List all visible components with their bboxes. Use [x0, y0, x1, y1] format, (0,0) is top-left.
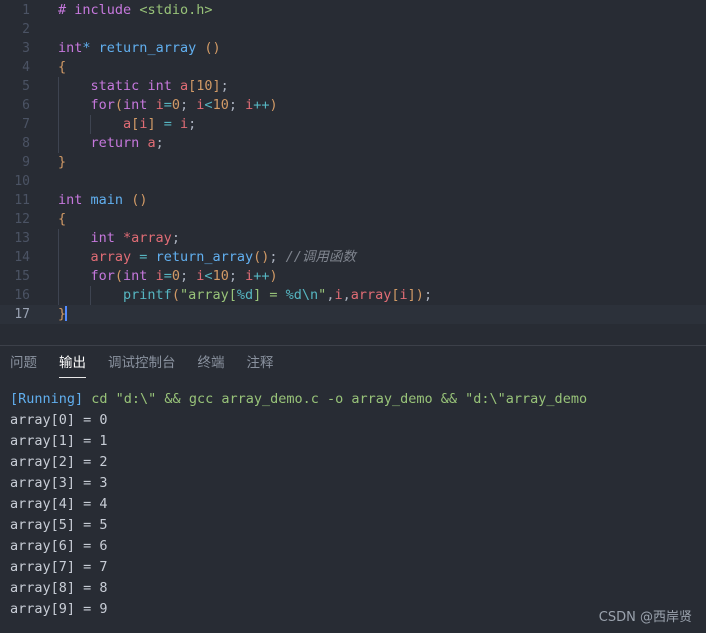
inline-comment: //调用函数: [285, 249, 356, 265]
line-content: printf("array[%d] = %d\n",i,array[i]);: [123, 287, 433, 303]
code-line[interactable]: 2: [0, 20, 706, 39]
line-number: 5: [22, 79, 30, 94]
tab-terminal[interactable]: 终端: [198, 346, 225, 381]
code-line[interactable]: 1 # include <stdio.h>: [0, 1, 706, 20]
output-line: array[5] = 5: [10, 517, 108, 533]
code-line[interactable]: 4 {: [0, 58, 706, 77]
line-number: 1: [22, 3, 30, 18]
line-number: 4: [22, 60, 30, 75]
output-line: array[3] = 3: [10, 475, 108, 491]
code-line[interactable]: 10: [0, 172, 706, 191]
line-content: a[i] = i;: [123, 116, 197, 132]
line-content: array = return_array(); //调用函数: [90, 249, 356, 265]
line-number: 7: [22, 117, 30, 132]
line-number: 13: [14, 231, 30, 246]
line-content: for(int i=0; i<10; i++): [90, 97, 278, 113]
line-number: 9: [22, 155, 30, 170]
code-line[interactable]: 7 a[i] = i;: [0, 115, 706, 134]
code-line[interactable]: 14 array = return_array(); //调用函数: [0, 248, 706, 267]
line-content: {: [58, 59, 67, 75]
line-number: 2: [22, 22, 30, 37]
tab-debug-console[interactable]: 调试控制台: [108, 346, 176, 381]
text-cursor: [65, 306, 68, 321]
code-line[interactable]: 11 int main (): [0, 191, 706, 210]
line-content: {: [58, 211, 67, 227]
output-line: array[2] = 2: [10, 454, 108, 470]
line-number: 15: [14, 269, 30, 284]
vscode-window: 1 # include <stdio.h> 2 3 int* return_ar…: [0, 0, 706, 633]
line-number: 17: [14, 307, 30, 322]
code-line[interactable]: 9 }: [0, 153, 706, 172]
output-run-line: [Running] cd "d:\" && gcc array_demo.c -…: [10, 389, 706, 410]
line-content: int main (): [58, 192, 148, 208]
code-line[interactable]: 12 {: [0, 210, 706, 229]
output-line: array[8] = 8: [10, 580, 108, 596]
tab-comments[interactable]: 注释: [247, 346, 274, 381]
output-line: array[0] = 0: [10, 412, 108, 428]
bottom-panel: 问题 输出 调试控制台 终端 注释 [Running] cd "d:\" && …: [0, 346, 706, 633]
code-editor[interactable]: 1 # include <stdio.h> 2 3 int* return_ar…: [0, 0, 706, 345]
line-content: for(int i=0; i<10; i++): [90, 268, 278, 284]
code-line[interactable]: 6 for(int i=0; i<10; i++): [0, 96, 706, 115]
tab-output[interactable]: 输出: [59, 346, 86, 381]
line-content: }: [58, 306, 68, 322]
line-number: 10: [14, 174, 30, 189]
line-number: 14: [14, 250, 30, 265]
output-line: array[4] = 4: [10, 496, 108, 512]
watermark: CSDN @西岸贤: [598, 610, 692, 625]
code-line[interactable]: 13 int *array;: [0, 229, 706, 248]
line-content: return a;: [90, 135, 164, 151]
code-line[interactable]: 16 printf("array[%d] = %d\n",i,array[i])…: [0, 286, 706, 305]
code-line-active[interactable]: 17 }: [0, 305, 706, 324]
output-line: array[7] = 7: [10, 559, 108, 575]
code-line[interactable]: 15 for(int i=0; i<10; i++): [0, 267, 706, 286]
line-content: static int a[10];: [90, 78, 229, 94]
output-console[interactable]: [Running] cd "d:\" && gcc array_demo.c -…: [0, 381, 706, 633]
code-line[interactable]: 8 return a;: [0, 134, 706, 153]
running-tag: [Running]: [10, 391, 84, 407]
output-line: array[1] = 1: [10, 433, 108, 449]
line-number: 3: [22, 41, 30, 56]
line-content: int *array;: [90, 230, 180, 246]
line-number: 16: [14, 288, 30, 303]
line-number: 8: [22, 136, 30, 151]
code-line[interactable]: 3 int* return_array (): [0, 39, 706, 58]
output-line: array[6] = 6: [10, 538, 108, 554]
line-number: 6: [22, 98, 30, 113]
tab-problems[interactable]: 问题: [10, 346, 37, 381]
run-command: cd "d:\" && gcc array_demo.c -o array_de…: [83, 391, 588, 407]
code-line-list: 1 # include <stdio.h> 2 3 int* return_ar…: [0, 0, 706, 324]
line-number: 12: [14, 212, 30, 227]
line-number: 11: [14, 193, 30, 208]
line-content: }: [58, 154, 67, 170]
line-content: # include <stdio.h>: [58, 2, 213, 18]
panel-tab-bar: 问题 输出 调试控制台 终端 注释: [0, 346, 706, 381]
code-line[interactable]: 5 static int a[10];: [0, 77, 706, 96]
line-content: int* return_array (): [58, 40, 221, 56]
